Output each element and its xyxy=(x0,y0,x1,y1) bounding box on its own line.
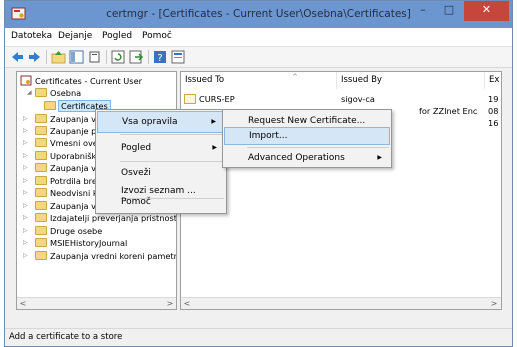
export-icon[interactable] xyxy=(129,50,144,64)
cell-issued-by: for ZZInet Enc xyxy=(419,106,478,116)
list-horizontal-scrollbar[interactable]: < > xyxy=(181,297,501,309)
context-menu-vsa-opravila[interactable]: Vsa opravila ▶ xyxy=(97,111,225,133)
cell-issued-to: CURS-EP xyxy=(199,94,235,104)
folder-icon xyxy=(44,101,56,110)
folder-icon xyxy=(35,176,47,185)
title-bar[interactable]: certmgr - [Certificates - Current User\O… xyxy=(5,1,512,28)
context-menu-pomoc[interactable]: Pomoč xyxy=(97,191,225,213)
collapsed-arrow-icon[interactable]: ▷ xyxy=(23,165,29,171)
tree-item-label: Druge osebe xyxy=(50,226,103,236)
menu-pogled[interactable]: Pogled xyxy=(102,31,132,41)
show-hide-tree-icon[interactable] xyxy=(69,50,84,64)
folder-icon xyxy=(35,251,47,260)
scroll-right-icon[interactable]: > xyxy=(488,298,500,309)
submenu-label: Request New Certificate... xyxy=(248,116,366,126)
submenu-arrow-icon: ▶ xyxy=(212,144,217,151)
collapsed-arrow-icon[interactable]: ▷ xyxy=(23,140,29,146)
up-folder-icon[interactable] xyxy=(51,50,66,64)
expanded-arrow-icon[interactable]: ◢ xyxy=(27,90,33,96)
tree-item-label: MSIEHistoryJournal xyxy=(50,238,128,248)
submenu-arrow-icon: ▶ xyxy=(211,118,216,125)
tree-item-label: Osebna xyxy=(50,88,82,98)
certificate-icon xyxy=(184,94,196,104)
folder-icon xyxy=(35,238,47,247)
menu-bar: Datoteka Dejanje Pogled Pomoč xyxy=(5,28,512,47)
collapsed-arrow-icon[interactable]: ▷ xyxy=(23,153,29,159)
folder-icon xyxy=(35,226,47,235)
close-button[interactable]: ✕ xyxy=(464,1,509,21)
cell-expires: 08 xyxy=(488,106,499,116)
tree-item-label: Zaupanja vredni koreni pametnih kartic xyxy=(50,251,176,261)
context-menu: Vsa opravila ▶ Pogled ▶ Osveži Izvozi se… xyxy=(95,109,227,214)
menu-separator xyxy=(120,134,224,135)
collapsed-arrow-icon[interactable]: ▷ xyxy=(23,215,29,221)
collapsed-arrow-icon[interactable]: ▷ xyxy=(23,253,29,259)
collapsed-arrow-icon[interactable]: ▷ xyxy=(23,203,29,209)
minimize-button[interactable]: – xyxy=(410,1,436,21)
menu-datoteka[interactable]: Datoteka xyxy=(11,31,52,41)
column-header-expiration[interactable]: Ex xyxy=(485,72,501,89)
svg-text:?: ? xyxy=(157,53,162,64)
cell-expires: 16 xyxy=(488,118,499,128)
certificates-root-icon xyxy=(20,75,32,86)
scroll-left-icon[interactable]: < xyxy=(181,298,193,309)
submenu-label: Advanced Operations xyxy=(248,153,345,163)
context-menu-label: Pomoč xyxy=(121,197,151,207)
back-icon[interactable] xyxy=(10,50,25,64)
collapsed-arrow-icon[interactable]: ▷ xyxy=(23,128,29,134)
submenu-advanced-operations[interactable]: Advanced Operations ▶ xyxy=(224,147,390,169)
folder-icon xyxy=(35,151,47,160)
collapsed-arrow-icon[interactable]: ▷ xyxy=(23,116,29,122)
status-text: Add a certificate to a store xyxy=(9,332,123,342)
context-menu-label: Pogled xyxy=(121,143,152,153)
copy-icon[interactable] xyxy=(88,50,103,64)
column-header-label: Ex xyxy=(489,75,500,85)
column-header-issued-by[interactable]: Issued By xyxy=(337,72,485,89)
column-header-issued-to[interactable]: Issued To ^ xyxy=(181,72,337,89)
collapsed-arrow-icon[interactable]: ▷ xyxy=(23,228,29,234)
folder-icon xyxy=(35,188,47,197)
scroll-right-icon[interactable]: > xyxy=(164,298,176,309)
column-header-label: Issued To xyxy=(185,75,225,85)
folder-icon xyxy=(35,88,47,97)
tree-horizontal-scrollbar[interactable]: < > xyxy=(17,297,176,309)
column-header-label: Issued By xyxy=(341,75,382,85)
tree-root-label: Certificates - Current User xyxy=(35,76,142,86)
cell-expires: 19 xyxy=(488,94,499,104)
toolbar-separator xyxy=(46,50,47,64)
menu-pomoc[interactable]: Pomoč xyxy=(142,31,172,41)
cell-issued-by: sigov-ca xyxy=(341,94,375,104)
context-menu-pogled[interactable]: Pogled ▶ xyxy=(97,137,225,159)
submenu-import[interactable]: Import... xyxy=(224,127,390,145)
folder-icon xyxy=(35,114,47,123)
collapsed-arrow-icon[interactable]: ▷ xyxy=(23,240,29,246)
refresh-icon[interactable] xyxy=(111,50,126,64)
submenu-vsa-opravila: Request New Certificate... Import... Adv… xyxy=(222,109,392,168)
folder-icon xyxy=(35,126,47,135)
forward-icon[interactable] xyxy=(27,50,42,64)
folder-icon xyxy=(35,201,47,210)
scroll-left-icon[interactable]: < xyxy=(17,298,29,309)
folder-icon xyxy=(35,163,47,172)
certificate-list-pane[interactable]: Issued To ^ Issued By Ex CURS-EP sigov-c… xyxy=(180,71,502,310)
maximize-button[interactable]: □ xyxy=(436,1,462,21)
status-bar: Add a certificate to a store xyxy=(5,328,512,346)
toolbar: ? xyxy=(5,47,512,68)
context-menu-label: Vsa opravila xyxy=(122,117,178,127)
context-menu-label: Osveži xyxy=(121,168,151,178)
certmgr-window: certmgr - [Certificates - Current User\O… xyxy=(4,0,513,347)
folder-icon xyxy=(35,213,47,222)
sort-ascending-icon: ^ xyxy=(292,73,298,81)
submenu-arrow-icon: ▶ xyxy=(377,154,382,161)
folder-icon xyxy=(35,138,47,147)
menu-dejanje[interactable]: Dejanje xyxy=(58,31,92,41)
collapsed-arrow-icon[interactable]: ▷ xyxy=(23,190,29,196)
toolbar-separator xyxy=(106,50,107,64)
submenu-label: Import... xyxy=(249,131,288,141)
properties-icon[interactable] xyxy=(171,50,186,64)
collapsed-arrow-icon[interactable]: ▷ xyxy=(23,178,29,184)
help-icon[interactable]: ? xyxy=(153,50,168,64)
toolbar-separator xyxy=(148,50,149,64)
